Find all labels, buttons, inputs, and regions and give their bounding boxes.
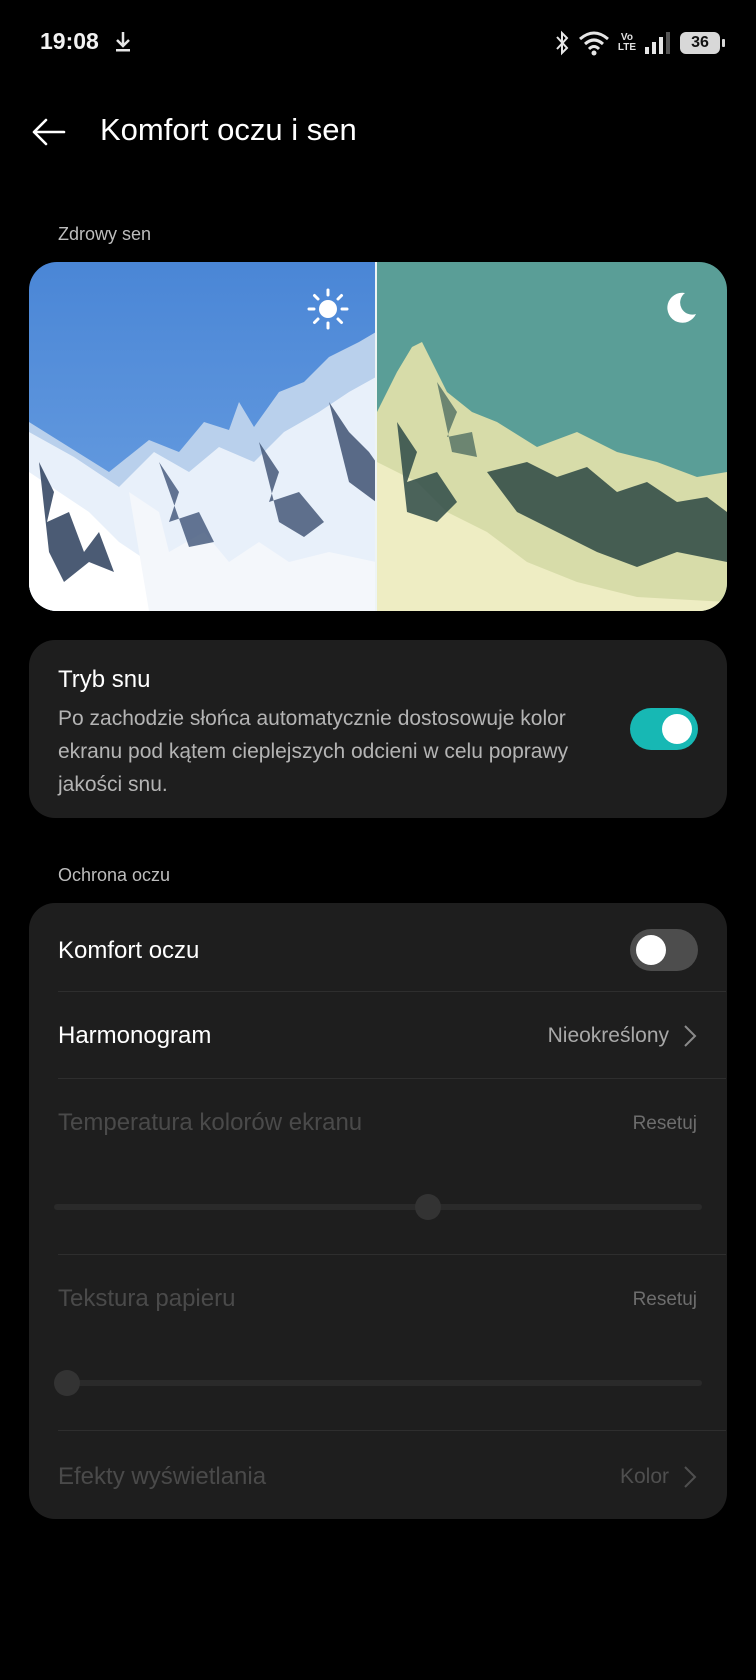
volte-bottom-text: LTE	[617, 42, 636, 53]
section-label-eye-protection: Ochrona oczu	[58, 865, 171, 885]
status-bar: 19:08 Vo LTE 36	[0, 0, 756, 86]
schedule-value: Nieokreślony	[547, 1024, 669, 1047]
status-time: 19:08	[40, 28, 99, 54]
color-temperature-reset-button[interactable]: Resetuj	[633, 1113, 697, 1135]
toggle-knob	[636, 935, 666, 965]
eye-comfort-toggle[interactable]	[630, 929, 698, 971]
bluetooth-icon	[556, 30, 569, 56]
color-temperature-section: Temperatura kolorów ekranu Resetuj	[29, 1079, 727, 1254]
header: Komfort oczu i sen	[0, 100, 756, 164]
paper-texture-slider[interactable]	[54, 1370, 702, 1396]
sleep-mode-title: Tryb snu	[58, 666, 151, 693]
display-effects-row[interactable]: Efekty wyświetlania Kolor	[29, 1431, 727, 1519]
moon-icon	[667, 292, 696, 323]
sleep-mode-toggle[interactable]	[630, 708, 698, 750]
status-icons: Vo LTE 36	[554, 28, 725, 58]
color-temperature-slider[interactable]	[54, 1194, 702, 1220]
color-temperature-label: Temperatura kolorów ekranu	[58, 1109, 363, 1136]
battery-level: 36	[691, 34, 709, 51]
paper-texture-reset-button[interactable]: Resetuj	[633, 1289, 697, 1311]
page-title: Komfort oczu i sen	[100, 112, 357, 147]
display-effects-label: Efekty wyświetlania	[58, 1463, 267, 1490]
volte-icon: Vo LTE	[618, 33, 636, 53]
sleep-mode-card: Tryb snu Po zachodzie słońca automatyczn…	[29, 640, 727, 818]
display-effects-value: Kolor	[619, 1465, 669, 1488]
preview-divider	[375, 262, 377, 611]
chevron-right-icon	[684, 1025, 697, 1047]
schedule-label: Harmonogram	[58, 1022, 212, 1049]
toggle-knob	[662, 714, 692, 744]
sleep-mode-description: Po zachodzie słońca automatycznie dostos…	[58, 707, 569, 796]
download-icon	[116, 32, 130, 52]
sun-icon	[307, 288, 349, 330]
section-label-healthy-sleep: Zdrowy sen	[58, 224, 152, 244]
paper-texture-section: Tekstura papieru Resetuj	[29, 1255, 727, 1430]
schedule-row[interactable]: Harmonogram Nieokreślony	[29, 992, 727, 1078]
wifi-icon	[578, 31, 609, 56]
sleep-preview-image	[29, 262, 727, 611]
eye-protection-card: Komfort oczu Harmonogram Nieokreślony Te…	[29, 903, 727, 1519]
slider-thumb[interactable]	[414, 1194, 441, 1220]
back-arrow-icon[interactable]	[28, 112, 72, 152]
chevron-right-icon	[684, 1466, 697, 1488]
paper-texture-label: Tekstura papieru	[58, 1285, 236, 1312]
signal-icon	[645, 32, 670, 54]
slider-thumb[interactable]	[54, 1370, 80, 1396]
battery-icon: 36	[680, 32, 725, 54]
eye-comfort-label: Komfort oczu	[58, 937, 200, 964]
eye-comfort-row[interactable]: Komfort oczu	[29, 903, 727, 991]
